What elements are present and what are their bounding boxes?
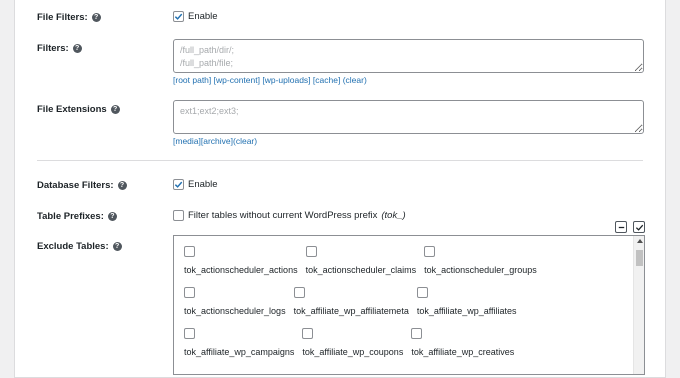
filters-label: Filters: ? <box>37 43 82 54</box>
minus-icon <box>618 226 624 228</box>
link-archive[interactable]: [archive] <box>201 136 233 146</box>
table-prefixes-label: Table Prefixes: ? <box>37 211 117 222</box>
table-checkbox[interactable] <box>302 328 314 339</box>
link-wp-uploads[interactable]: [wp-uploads] <box>262 75 310 85</box>
table-checkbox[interactable] <box>293 287 305 298</box>
file-extensions-field: [media][archive](clear) <box>173 100 644 146</box>
scrollbar-thumb[interactable] <box>636 250 643 266</box>
scroll-up-icon[interactable] <box>634 236 644 246</box>
list-item[interactable]: tok_affiliate_wp_affiliatemeta <box>293 287 409 316</box>
file-filters-checkbox[interactable] <box>173 11 184 22</box>
settings-panel: File Filters: ? Enable Filters: ? [root … <box>14 0 666 378</box>
help-icon[interactable]: ? <box>112 242 122 251</box>
list-item[interactable]: tok_affiliate_wp_coupons <box>302 328 403 357</box>
section-divider <box>37 160 643 161</box>
list-item[interactable]: tok_actionscheduler_groups <box>424 246 537 275</box>
link-cache[interactable]: [cache] <box>313 75 340 85</box>
database-filters-label: Database Filters: ? <box>37 180 127 191</box>
file-filters-enable[interactable]: Enable <box>173 11 218 22</box>
help-icon[interactable]: ? <box>107 212 117 221</box>
table-checkbox[interactable] <box>184 246 195 257</box>
help-icon[interactable]: ? <box>110 105 120 114</box>
checkmark-icon <box>174 13 183 20</box>
help-icon[interactable]: ? <box>91 13 101 22</box>
link-clear[interactable]: (clear) <box>343 75 367 85</box>
filters-textarea[interactable] <box>173 39 644 73</box>
table-checkbox[interactable] <box>184 287 195 298</box>
checkmark-icon <box>635 224 643 231</box>
help-icon[interactable]: ? <box>117 181 127 190</box>
table-checkbox[interactable] <box>184 328 195 339</box>
table-checkbox[interactable] <box>411 328 423 339</box>
checkmark-icon <box>174 181 183 188</box>
file-extensions-label: File Extensions ? <box>37 104 120 115</box>
list-item[interactable]: tok_actionscheduler_logs <box>184 287 286 316</box>
filters-quick-links: [root path] [wp-content] [wp-uploads] [c… <box>173 75 644 85</box>
link-root-path[interactable]: [root path] <box>173 75 211 85</box>
exclude-tables-list[interactable]: tok_actionscheduler_actions tok_actionsc… <box>173 235 645 375</box>
filters-field: [root path] [wp-content] [wp-uploads] [c… <box>173 39 644 85</box>
table-row: tok_affiliate_wp_campaigns tok_affiliate… <box>184 328 522 357</box>
list-item[interactable]: tok_actionscheduler_claims <box>305 246 416 275</box>
table-checkbox[interactable] <box>416 287 428 298</box>
list-item[interactable]: tok_affiliate_wp_campaigns <box>184 328 294 357</box>
file-extensions-textarea[interactable] <box>173 100 644 134</box>
help-icon[interactable]: ? <box>72 44 82 53</box>
file-filters-label: File Filters: ? <box>37 12 101 23</box>
link-wp-content[interactable]: [wp-content] <box>214 75 260 85</box>
table-prefixes-option[interactable]: Filter tables without current WordPress … <box>173 210 406 221</box>
list-item[interactable]: tok_affiliate_wp_creatives <box>411 328 514 357</box>
table-row: tok_actionscheduler_actions tok_actionsc… <box>184 246 545 275</box>
table-row: tok_actionscheduler_logs tok_affiliate_w… <box>184 287 525 316</box>
extensions-quick-links: [media][archive](clear) <box>173 136 644 146</box>
table-checkbox[interactable] <box>424 246 436 257</box>
link-clear[interactable]: (clear) <box>233 136 257 146</box>
select-all-button[interactable] <box>633 221 645 233</box>
database-filters-checkbox[interactable] <box>173 179 184 190</box>
table-checkbox[interactable] <box>305 246 317 257</box>
deselect-all-button[interactable] <box>615 221 627 233</box>
database-filters-enable[interactable]: Enable <box>173 179 218 190</box>
list-item[interactable]: tok_actionscheduler_actions <box>184 246 298 275</box>
scrollbar[interactable] <box>633 236 644 374</box>
link-media[interactable]: [media] <box>173 136 201 146</box>
list-item[interactable]: tok_affiliate_wp_affiliates <box>416 287 517 316</box>
exclude-tables-label: Exclude Tables: ? <box>37 241 122 252</box>
table-prefixes-checkbox[interactable] <box>173 210 184 221</box>
